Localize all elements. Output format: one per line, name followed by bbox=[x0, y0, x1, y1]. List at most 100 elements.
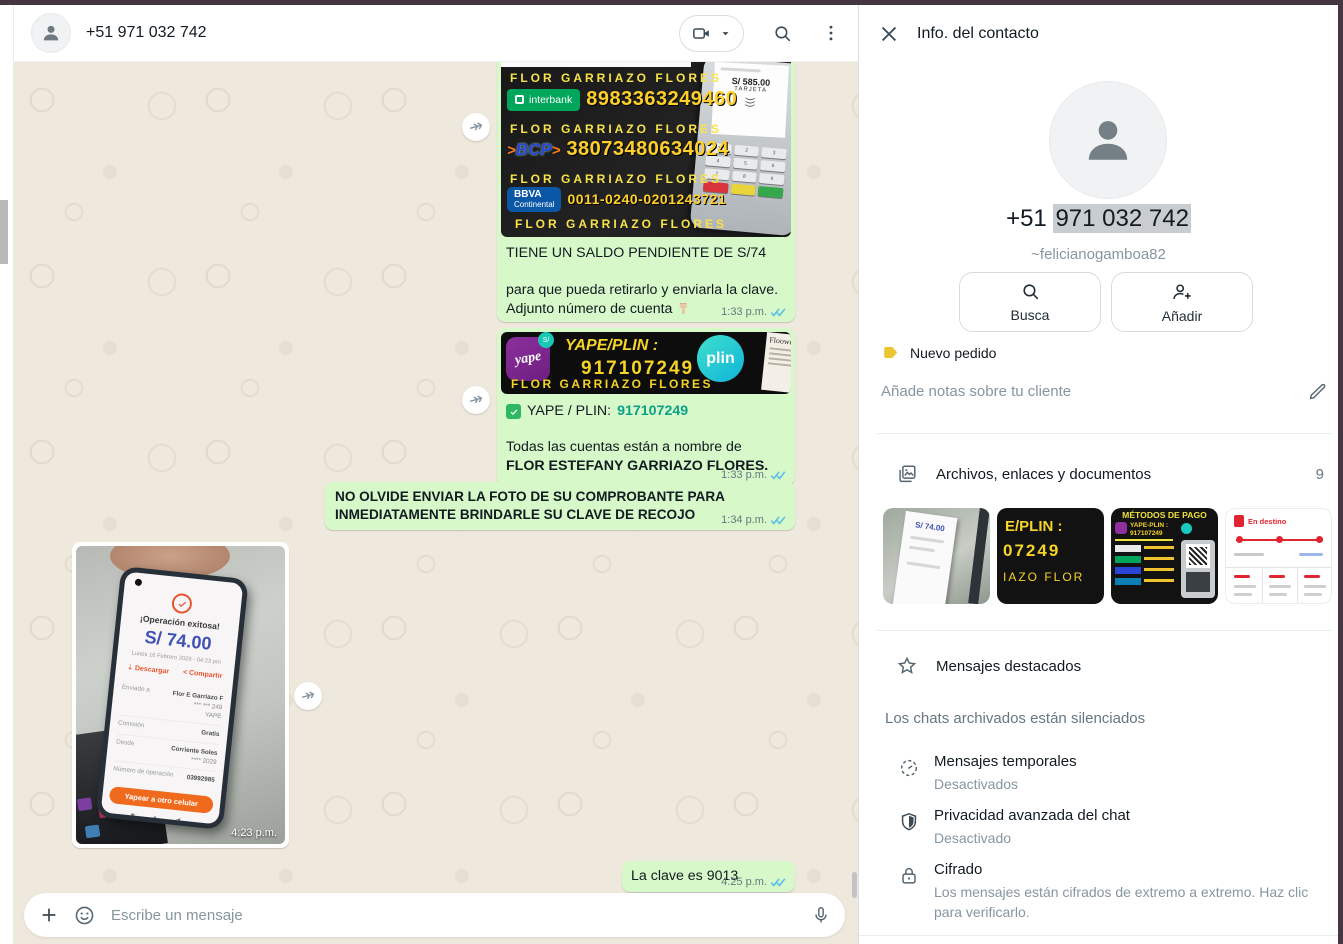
thumb-line bbox=[1304, 585, 1326, 588]
encryption-row[interactable]: Cifrado bbox=[934, 861, 982, 878]
message-input[interactable] bbox=[109, 906, 798, 925]
chat-menu-button[interactable] bbox=[821, 23, 841, 43]
thumb-progress-dot bbox=[1236, 536, 1243, 543]
starred-messages-row[interactable]: Mensajes destacados bbox=[896, 655, 1081, 677]
add-contact-button[interactable]: Añadir bbox=[1111, 272, 1253, 332]
chat-header[interactable]: +51 971 032 742 bbox=[14, 5, 858, 62]
forward-arrow-icon: ↠ bbox=[466, 388, 485, 411]
search-contact-button[interactable]: Busca bbox=[959, 272, 1101, 332]
success-check-icon bbox=[171, 593, 193, 615]
video-call-button[interactable] bbox=[679, 15, 744, 52]
contactless-icon: ))) bbox=[743, 70, 757, 134]
person-icon bbox=[39, 21, 63, 45]
whatsapp-window: +51 971 032 742 bbox=[0, 0, 1343, 944]
receipt-row-label: Número de operación bbox=[113, 765, 174, 780]
search-icon bbox=[772, 23, 793, 44]
forward-arrow-icon: ↠ bbox=[298, 684, 317, 707]
close-panel-button[interactable] bbox=[878, 23, 900, 45]
caption-spacer bbox=[506, 421, 786, 438]
business-label-row[interactable]: Nuevo pedido bbox=[881, 343, 996, 362]
advanced-privacy-row[interactable]: Privacidad avanzada del chat bbox=[934, 807, 1130, 824]
forward-message-button[interactable]: ↠ bbox=[462, 113, 490, 141]
thumb-badge bbox=[1115, 545, 1141, 552]
account-owner-name: FLOR GARRIAZO FLORES bbox=[510, 71, 722, 85]
message-comprobante[interactable]: NO OLVIDE ENVIAR LA FOTO DE SU COMPROBAN… bbox=[325, 482, 795, 530]
contact-phone-number[interactable]: +51 971 032 742 bbox=[859, 205, 1338, 233]
thumb-line bbox=[910, 536, 944, 544]
message-yape-plin[interactable]: yape S/ YAPE/PLIN : 917107249 FLOR GARRI… bbox=[497, 328, 795, 485]
message-composer[interactable] bbox=[24, 893, 845, 937]
forward-message-button[interactable]: ↠ bbox=[462, 386, 490, 414]
voice-message-button[interactable] bbox=[811, 905, 831, 925]
media-thumbnail-yape-plin[interactable]: E/PLIN : 07249 IAZO FLOR bbox=[997, 508, 1104, 604]
product-list-card: Floower bbox=[761, 332, 791, 394]
media-section-title: Archivos, enlaces y documentos bbox=[936, 466, 1151, 483]
media-thumbnail-receipt-photo[interactable]: S/ 74.00 bbox=[883, 508, 990, 604]
thumb-line bbox=[1269, 585, 1291, 588]
yape-wordmark: yape bbox=[514, 349, 543, 369]
phone-number-link[interactable]: 917107249 bbox=[617, 402, 688, 421]
search-in-chat-button[interactable] bbox=[772, 23, 793, 44]
thumb-line bbox=[1234, 593, 1252, 596]
thumb-line-y bbox=[1144, 546, 1174, 549]
attach-button[interactable] bbox=[38, 904, 60, 926]
chat-title[interactable]: +51 971 032 742 bbox=[86, 24, 207, 42]
message-time: 1:34 p.m. bbox=[721, 514, 767, 526]
photo-message-time: 4:23 p.m. bbox=[231, 827, 277, 839]
thumb-plin-logo bbox=[1181, 523, 1192, 534]
contact-avatar-large[interactable] bbox=[1049, 81, 1167, 199]
message-clave[interactable]: La clave es 9013 4:25 p.m. bbox=[622, 861, 795, 892]
chat-pane: +51 971 032 742 bbox=[14, 5, 858, 944]
messages-area[interactable]: S/ 585.00 TARJETA ))) 123 456 789 bbox=[14, 62, 858, 944]
label-tag-icon bbox=[881, 343, 900, 362]
thumb-title: MÉTODOS DE PAGO bbox=[1111, 510, 1218, 520]
pos-key: 9 bbox=[759, 173, 784, 185]
thumb-line-y bbox=[1144, 568, 1174, 571]
thumb-text: YAPE-PLIN : bbox=[1130, 522, 1168, 529]
thumb-yape-logo bbox=[1115, 522, 1127, 534]
payment-proof-photo[interactable]: ¡Operación exitosa! S/ 74.00 Lunes 16 Fe… bbox=[76, 546, 285, 844]
interbank-account-row: interbank 8983363249460 bbox=[507, 88, 737, 111]
message-text: NO OLVIDE ENVIAR LA FOTO DE SU COMPROBAN… bbox=[335, 488, 775, 524]
forward-arrow-icon: ↠ bbox=[466, 115, 485, 138]
kebab-menu-icon bbox=[821, 23, 841, 43]
window-frame-top bbox=[0, 0, 1343, 5]
shelf-item bbox=[85, 824, 101, 838]
contact-avatar-small[interactable] bbox=[31, 13, 71, 53]
thumb-text: 07249 bbox=[1003, 541, 1104, 561]
message-bank-accounts[interactable]: S/ 585.00 TARJETA ))) 123 456 789 bbox=[497, 62, 795, 322]
chat-list-scrollbar[interactable] bbox=[0, 200, 8, 264]
customer-notes-row[interactable]: Añade notas sobre tu cliente bbox=[881, 381, 1328, 401]
message-payment-photo[interactable]: ¡Operación exitosa! S/ 74.00 Lunes 16 Fe… bbox=[72, 542, 289, 848]
caption-line: TIENE UN SALDO PENDIENTE DE S/74 bbox=[506, 244, 786, 263]
image-crop-fragment bbox=[501, 62, 691, 67]
chat-scrollbar[interactable] bbox=[852, 872, 857, 898]
read-receipt-double-check-icon bbox=[770, 876, 787, 888]
interbank-logo-mark bbox=[515, 95, 524, 104]
thumb-progress-dot bbox=[1316, 536, 1323, 543]
thumb-pos-keys bbox=[1186, 572, 1210, 592]
bbva-logo: BBVA Continental bbox=[507, 187, 561, 212]
thumb-line bbox=[1234, 575, 1250, 578]
yape-plin-image[interactable]: yape S/ YAPE/PLIN : 917107249 FLOR GARRI… bbox=[501, 332, 791, 394]
media-links-docs-row[interactable]: Archivos, enlaces y documentos bbox=[896, 463, 1151, 485]
thumb-progress-dot bbox=[1276, 536, 1283, 543]
forward-message-button[interactable]: ↠ bbox=[294, 682, 322, 710]
yape-plin-owner: FLOR GARRIAZO FLORES bbox=[511, 377, 713, 391]
emoji-button[interactable] bbox=[73, 904, 96, 927]
caption-line-text: Adjunto número de cuenta bbox=[506, 301, 672, 317]
pencil-icon[interactable] bbox=[1308, 381, 1328, 401]
bank-accounts-image[interactable]: S/ 585.00 TARJETA ))) 123 456 789 bbox=[501, 62, 791, 237]
message-meta: 1:34 p.m. bbox=[721, 514, 787, 526]
bbva-label: BBVA bbox=[514, 190, 554, 201]
pointing-down-emoji bbox=[676, 301, 691, 316]
plus-icon bbox=[38, 904, 60, 926]
person-icon bbox=[1076, 108, 1140, 172]
card-line bbox=[768, 362, 791, 368]
plin-logo: plin bbox=[697, 335, 744, 382]
receipt-row-label: Comisión bbox=[117, 720, 144, 732]
media-thumbnail-tracking[interactable]: En destino bbox=[1225, 508, 1332, 604]
temporary-messages-row[interactable]: Mensajes temporales bbox=[934, 753, 1077, 770]
media-thumbnail-metodos-pago[interactable]: MÉTODOS DE PAGO YAPE-PLIN : 917107249 bbox=[1111, 508, 1218, 604]
thumb-line bbox=[1269, 593, 1287, 596]
